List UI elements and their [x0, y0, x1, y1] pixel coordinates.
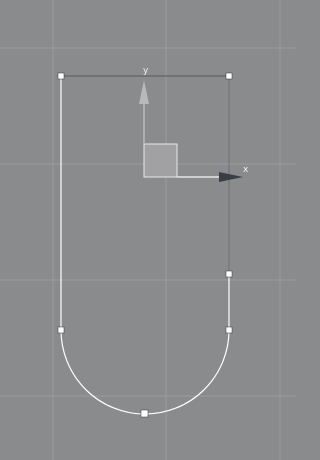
spline-vertices[interactable]	[57, 72, 233, 418]
y-axis-label: y	[143, 66, 149, 76]
y-axis-arrow[interactable]	[139, 80, 149, 104]
x-axis-label: x	[243, 165, 249, 175]
vertex-handle[interactable]	[225, 72, 233, 80]
xy-plane-handle[interactable]	[143, 143, 178, 178]
vertex-handle[interactable]	[225, 270, 233, 278]
vertex-handle[interactable]	[225, 326, 233, 334]
viewport-canvas[interactable]: y x	[0, 0, 296, 460]
vertex-handle[interactable]	[57, 72, 65, 80]
vertex-handle[interactable]	[57, 326, 65, 334]
spline-outline[interactable]	[60, 76, 230, 415]
spline-shape[interactable]	[60, 75, 230, 415]
x-axis-arrow[interactable]	[219, 172, 243, 182]
viewport-2d[interactable]: y x	[0, 0, 296, 460]
vertex-handle[interactable]	[140, 409, 149, 418]
transform-gizmo[interactable]: y x	[139, 66, 249, 182]
